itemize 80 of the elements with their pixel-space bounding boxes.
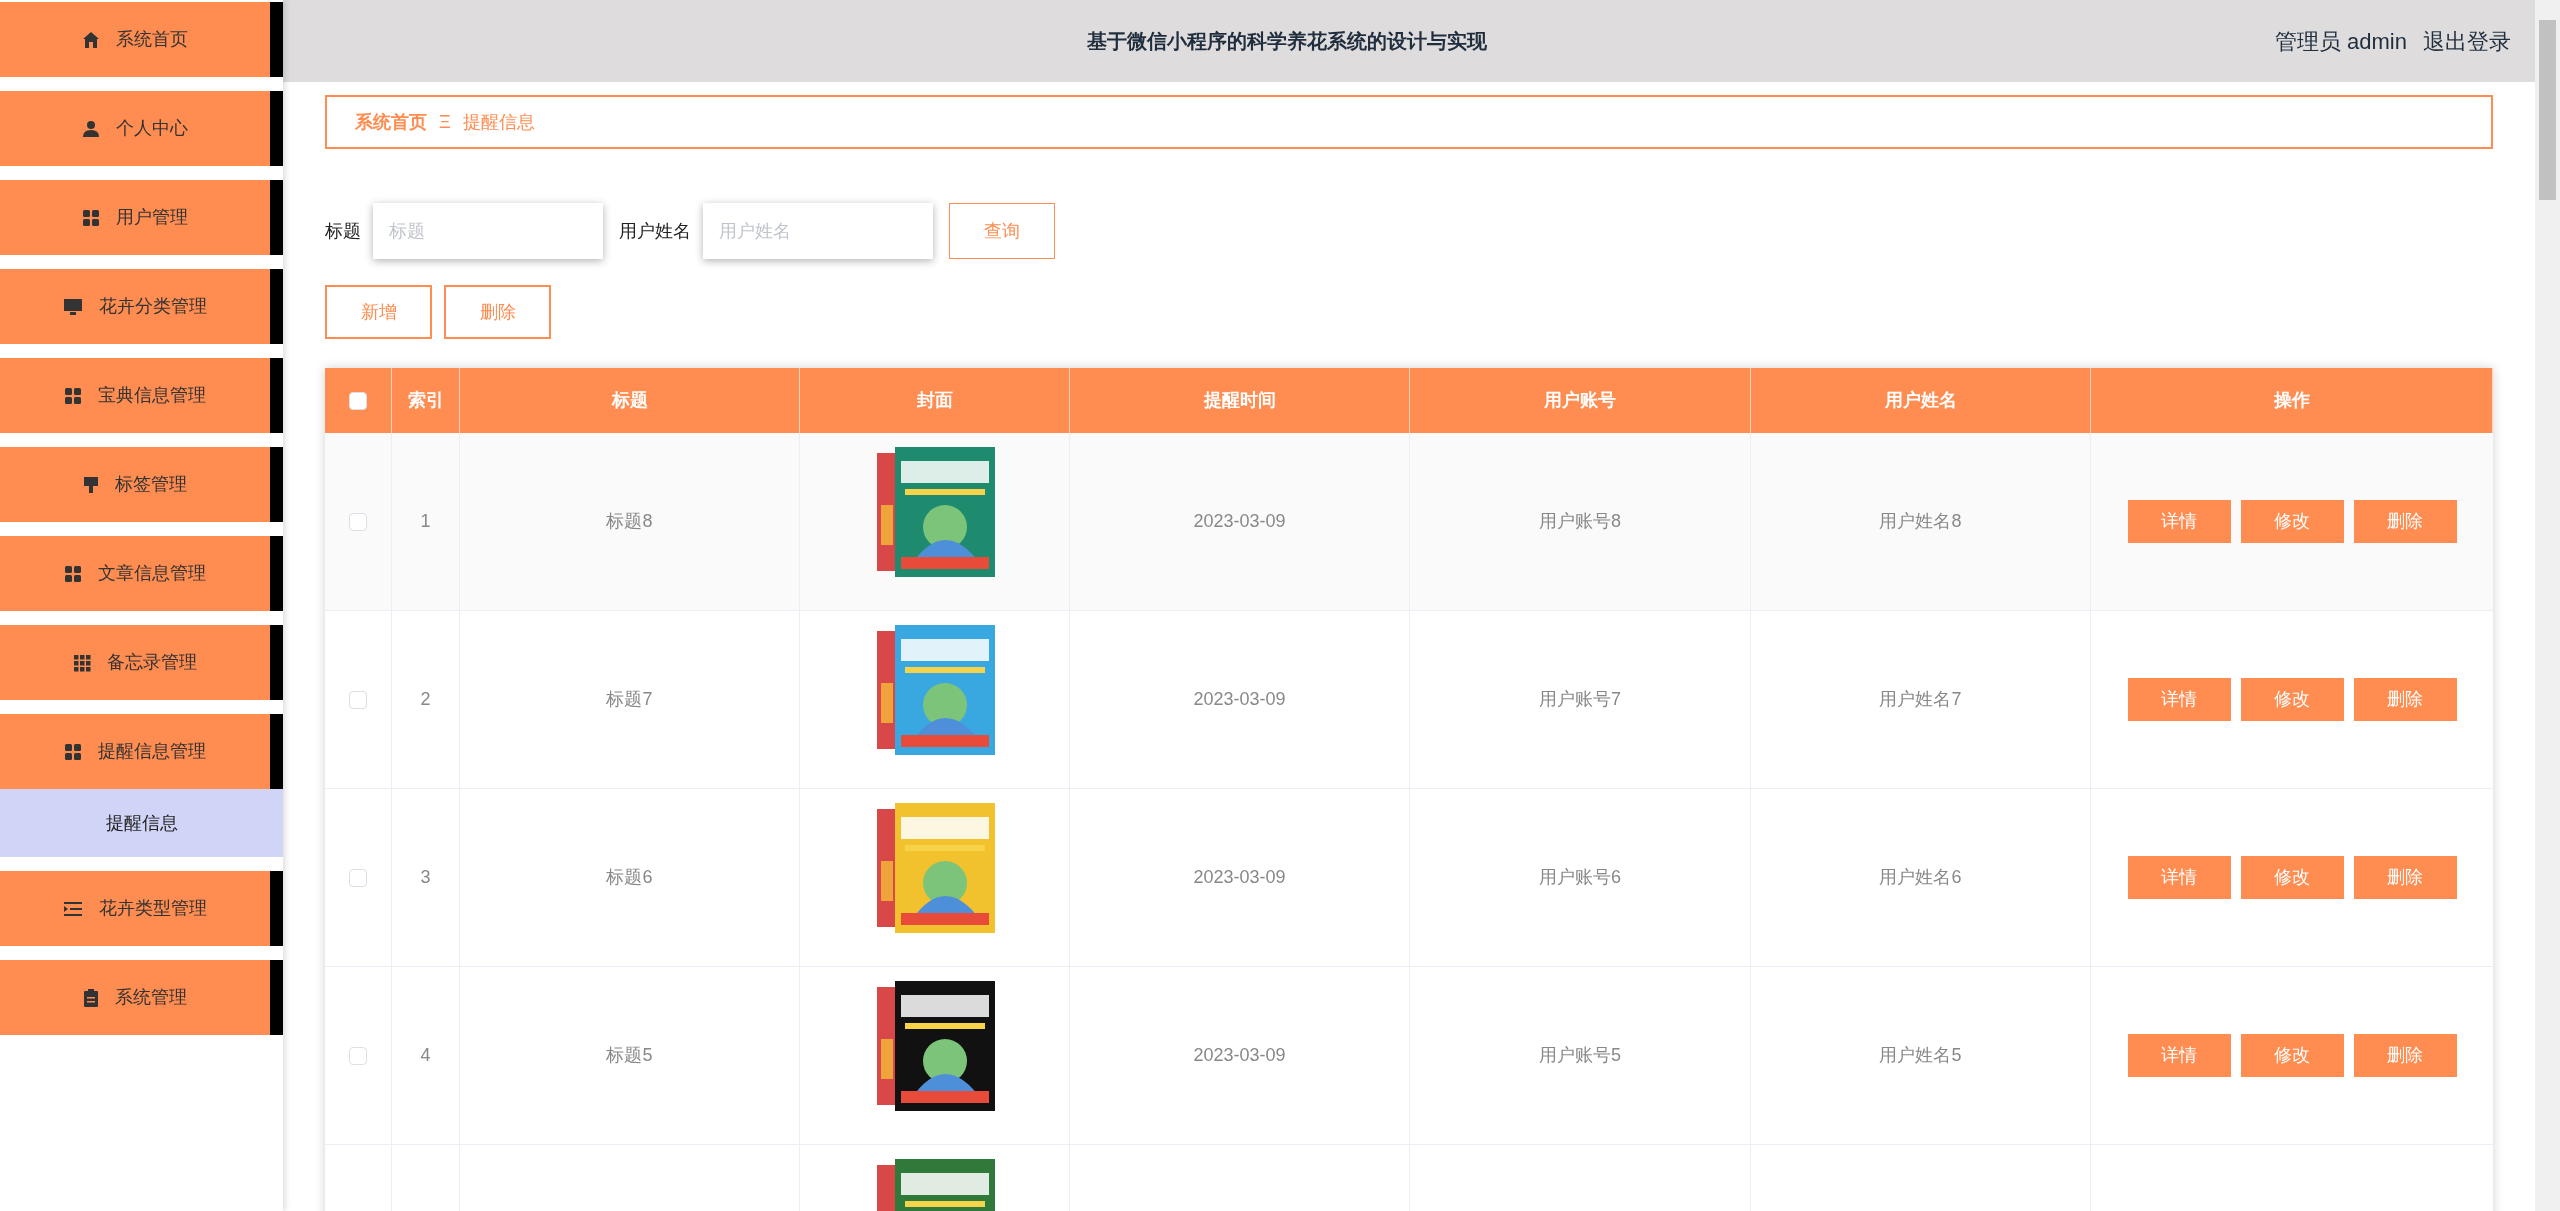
grid-icon <box>64 742 82 761</box>
search-field[interactable]: 标题 <box>373 203 603 259</box>
breadcrumb-link[interactable]: 系统首页 <box>355 108 427 136</box>
field-label: 用户姓名 <box>619 219 691 243</box>
table-cell-text: 2023-03-09 <box>1193 866 1286 889</box>
sidebar-item[interactable]: 花卉分类管理 <box>0 269 283 344</box>
row-action-button[interactable]: 删除 <box>2353 500 2457 543</box>
user-icon <box>82 119 100 138</box>
submenu-item[interactable]: 提醒信息 <box>0 789 283 857</box>
row-action-button[interactable]: 修改 <box>2240 856 2344 899</box>
breadcrumb-current: 提醒信息 <box>462 110 535 134</box>
home-icon <box>82 30 100 49</box>
sidebar-item[interactable]: 标签管理 <box>0 447 283 522</box>
table-cell-text: 用户姓名6 <box>1879 866 1962 889</box>
grid-icon <box>64 386 82 405</box>
row-action-button[interactable]: 详情 <box>2127 500 2231 543</box>
column-header: 操作 <box>2273 389 2310 412</box>
sidebar-item[interactable]: 提醒信息管理 <box>0 714 283 789</box>
sidebar-item[interactable]: 备忘录管理 <box>0 625 283 700</box>
table-cell-text: 标题7 <box>606 688 653 711</box>
table-cell-text: 用户姓名7 <box>1879 688 1962 711</box>
grid-icon <box>64 564 82 583</box>
logout-link[interactable]: 退出登录 <box>2423 24 2511 58</box>
table-cell-text: 2 <box>420 688 431 711</box>
row-action-button[interactable]: 修改 <box>2240 1034 2344 1077</box>
brush-icon <box>83 475 99 494</box>
field-label: 标题 <box>325 219 361 243</box>
grid-icon <box>73 653 91 672</box>
sidebar-item[interactable]: 个人中心 <box>0 91 283 166</box>
table-cell-text: 4 <box>420 1044 431 1067</box>
row-action-button[interactable]: 删除 <box>2353 678 2457 721</box>
sidebar-item[interactable]: 宝典信息管理 <box>0 358 283 433</box>
monitor-icon <box>63 297 83 316</box>
table-cell-text: 标题5 <box>606 1044 653 1067</box>
table-cell-text: 用户账号8 <box>1539 510 1621 533</box>
sidebar-item[interactable]: 文章信息管理 <box>0 536 283 611</box>
sidebar-item[interactable]: 花卉类型管理 <box>0 871 283 946</box>
table-cell-text: 用户账号6 <box>1539 866 1621 889</box>
app-title: 基于微信小程序的科学养花系统的设计与实现 <box>1085 29 1488 54</box>
select-all-checkbox[interactable] <box>349 391 367 410</box>
breadcrumb-separator: Ξ <box>439 110 451 134</box>
row-action-button[interactable]: 详情 <box>2127 1034 2231 1077</box>
table-cell-text: 用户姓名5 <box>1879 1044 1962 1067</box>
row-action-button[interactable]: 删除 <box>2353 856 2457 899</box>
table-cell-text: 3 <box>420 866 431 889</box>
grid-icon <box>82 208 100 227</box>
query-button[interactable]: 查询 <box>949 203 1055 259</box>
table-cell-text: 用户账号7 <box>1539 688 1621 711</box>
column-header: 封面 <box>916 389 953 412</box>
row-checkbox[interactable] <box>349 690 367 709</box>
row-action-button[interactable]: 详情 <box>2127 678 2231 721</box>
column-header: 用户姓名 <box>1884 389 1957 412</box>
row-action-button[interactable]: 删除 <box>2353 1034 2457 1077</box>
table-cell-text: 2023-03-09 <box>1193 688 1286 711</box>
sidebar-item[interactable]: 用户管理 <box>0 180 283 255</box>
row-checkbox[interactable] <box>349 512 367 531</box>
table-cell-text: 2023-03-09 <box>1193 1044 1286 1067</box>
sidebar-item[interactable]: 系统首页 <box>0 2 283 77</box>
table-cell-text: 标题6 <box>606 866 653 889</box>
table-cell-text: 用户账号5 <box>1539 1044 1621 1067</box>
row-checkbox[interactable] <box>349 1046 367 1065</box>
list-icon <box>63 900 83 917</box>
table-cell-text: 1 <box>420 510 431 533</box>
clipboard-icon <box>83 987 99 1008</box>
action-button[interactable]: 新增 <box>325 285 432 339</box>
table-cell-text: 用户姓名8 <box>1879 510 1962 533</box>
row-action-button[interactable]: 修改 <box>2240 678 2344 721</box>
action-button[interactable]: 删除 <box>444 285 551 339</box>
column-header: 索引 <box>407 389 444 412</box>
user-label: 管理员 admin <box>2274 27 2407 56</box>
column-header: 提醒时间 <box>1203 389 1276 412</box>
row-action-button[interactable]: 详情 <box>2127 856 2231 899</box>
column-header: 用户账号 <box>1544 389 1616 412</box>
row-action-button[interactable]: 修改 <box>2240 500 2344 543</box>
table-cell-text: 标题8 <box>606 510 653 533</box>
column-header: 标题 <box>611 389 648 412</box>
search-field[interactable]: 用户姓名 <box>703 203 933 259</box>
row-checkbox[interactable] <box>349 868 367 887</box>
sidebar-item[interactable]: 系统管理 <box>0 960 283 1035</box>
table-cell-text: 2023-03-09 <box>1193 510 1286 533</box>
